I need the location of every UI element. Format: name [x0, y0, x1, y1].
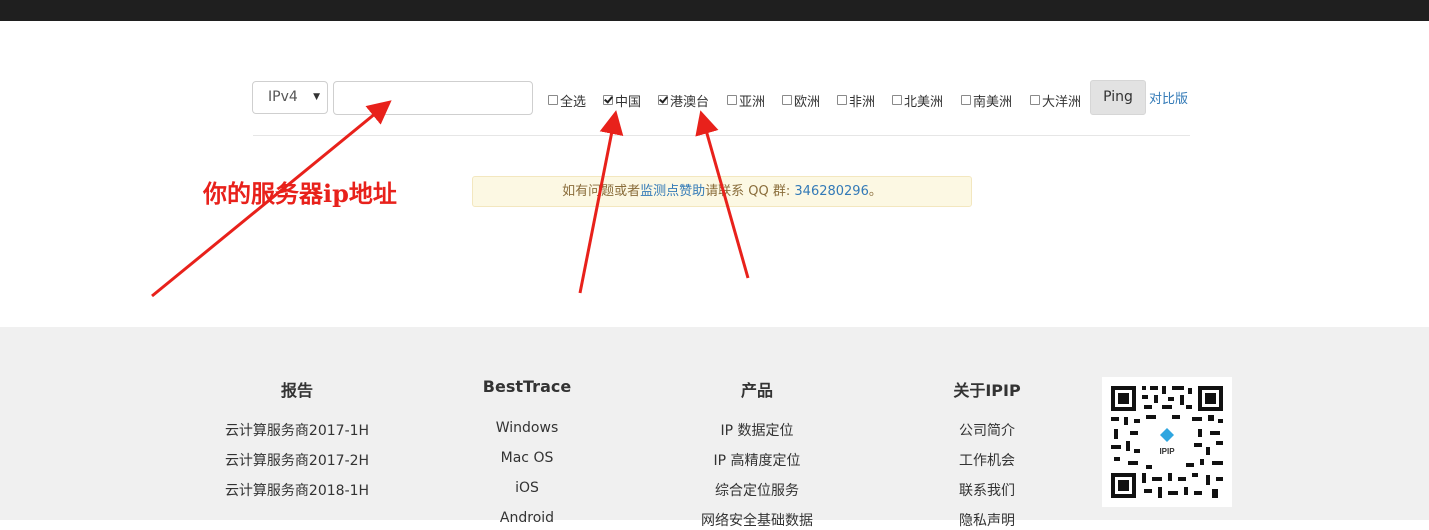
checkbox-label: 港澳台 [670, 94, 710, 110]
checkbox-asia[interactable]: 亚洲 [727, 92, 766, 110]
qr-logo-text: IPIP [1159, 447, 1175, 456]
footer: 报告 云计算服务商2017-1H 云计算服务商2017-2H 云计算服务商201… [0, 327, 1429, 529]
footer-link[interactable]: 云计算服务商2017-2H [197, 450, 397, 470]
checkbox-china[interactable]: 中国 [603, 92, 642, 110]
qr-code: IPIP [1102, 377, 1232, 507]
checkbox-box[interactable] [892, 95, 902, 105]
qr-code-icon: IPIP [1102, 377, 1232, 507]
footer-column-title: 关于IPIP [953, 381, 1021, 400]
footer-link[interactable]: 云计算服务商2018-1H [197, 480, 397, 500]
checkbox-box[interactable] [658, 95, 668, 105]
notice-middle: 请联系 QQ 群: [705, 184, 795, 199]
checkbox-label: 亚洲 [739, 94, 766, 110]
footer-link[interactable]: Mac OS [427, 450, 627, 466]
checkbox-label: 欧洲 [794, 94, 821, 110]
footer-column-title: 报告 [280, 381, 313, 400]
notice-prefix: 如有问题或者 [562, 184, 641, 199]
checkbox-label: 非洲 [849, 94, 876, 110]
footer-link[interactable]: 网络安全基础数据 [657, 510, 857, 530]
checkbox-box[interactable] [1030, 95, 1040, 105]
checkbox-label: 南美洲 [973, 94, 1013, 110]
checkbox-north-america[interactable]: 北美洲 [892, 92, 944, 110]
footer-link[interactable]: 工作机会 [887, 450, 1087, 470]
footer-link[interactable]: 综合定位服务 [657, 480, 857, 500]
footer-link[interactable]: 公司简介 [887, 420, 1087, 440]
checkbox-box[interactable] [603, 95, 613, 105]
footer-link[interactable]: Windows [427, 420, 627, 436]
ip-version-value: IPv4 [268, 89, 298, 105]
footer-link[interactable]: 云计算服务商2017-1H [197, 420, 397, 440]
checkbox-box[interactable] [727, 95, 737, 105]
checkbox-box[interactable] [961, 95, 971, 105]
footer-link[interactable]: IP 数据定位 [657, 420, 857, 440]
top-navbar [0, 0, 1429, 21]
footer-link[interactable]: IP 高精度定位 [657, 450, 857, 470]
checkbox-europe[interactable]: 欧洲 [782, 92, 821, 110]
checkbox-hk-macau-taiwan[interactable]: 港澳台 [658, 92, 710, 110]
footer-link[interactable]: Android [427, 510, 627, 526]
ip-address-input[interactable] [333, 81, 533, 115]
divider [253, 135, 1190, 136]
chevron-down-icon: ▼ [313, 92, 320, 102]
footer-column-title: BestTrace [482, 377, 572, 396]
compare-version-link[interactable]: 对比版 [1149, 88, 1188, 107]
notice-banner: 如有问题或者监测点赞助请联系 QQ 群: 346280296。 [472, 176, 972, 207]
checkbox-label: 北美洲 [904, 94, 944, 110]
footer-link[interactable]: 联系我们 [887, 480, 1087, 500]
footer-link[interactable]: 隐私声明 [887, 510, 1087, 530]
checkbox-south-america[interactable]: 南美洲 [961, 92, 1013, 110]
footer-column-title: 产品 [740, 381, 773, 400]
sponsor-link[interactable]: 监测点赞助 [640, 184, 705, 199]
notice-suffix: 。 [868, 184, 882, 199]
ping-button[interactable]: Ping [1090, 80, 1146, 115]
footer-link[interactable]: iOS [427, 480, 627, 496]
checkbox-oceania[interactable]: 大洋洲 [1030, 92, 1082, 110]
checkbox-box[interactable] [837, 95, 847, 105]
checkbox-box[interactable] [548, 95, 558, 105]
qq-group-link[interactable]: 346280296 [794, 184, 868, 199]
checkbox-select-all[interactable]: 全选 [548, 92, 587, 110]
checkbox-label: 大洋洲 [1042, 94, 1082, 110]
checkbox-africa[interactable]: 非洲 [837, 92, 876, 110]
checkbox-label: 全选 [560, 94, 587, 110]
checkbox-label: 中国 [615, 94, 642, 110]
ip-version-select[interactable]: IPv4 ▼ [252, 81, 328, 114]
checkbox-box[interactable] [782, 95, 792, 105]
annotation-label: 你的服务器ip地址 [203, 179, 397, 208]
